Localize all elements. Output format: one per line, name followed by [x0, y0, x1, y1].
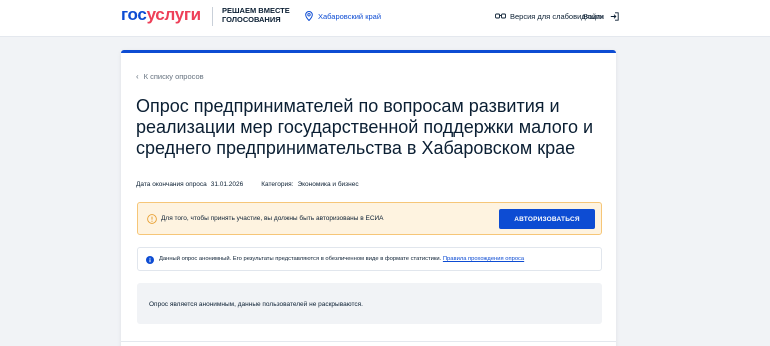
survey-rules-link[interactable]: Правила прохождения опроса — [443, 256, 524, 262]
slogan-line-2: ГОЛОСОВАНИЯ — [222, 14, 281, 24]
survey-title: Опрос предпринимателей по вопросам разви… — [136, 96, 594, 158]
auth-required-banner: Для того, чтобы принять участие, вы долж… — [137, 202, 602, 235]
auth-required-text: Для того, чтобы принять участие, вы долж… — [161, 215, 384, 222]
back-label: К списку опросов — [143, 72, 204, 81]
logo-part-uslugi: услуги — [146, 5, 202, 24]
site-header: госуслуги РЕШАЕМ ВМЕСТЕ ГОЛОСОВАНИЯ Хаба… — [0, 0, 770, 37]
anonymous-info-banner: Данный опрос анонимный. Его результаты п… — [137, 247, 602, 271]
login-arrow-icon — [610, 11, 619, 21]
survey-meta: Дата окончания опроса 31.01.2026 Категор… — [136, 181, 359, 188]
warning-icon — [147, 214, 157, 224]
chevron-left-icon: ‹ — [136, 72, 139, 81]
end-date-label: Дата окончания опроса — [136, 181, 207, 188]
region-selector[interactable]: Хабаровский край — [305, 10, 381, 22]
project-slogan: РЕШАЕМ ВМЕСТЕ ГОЛОСОВАНИЯ — [222, 6, 290, 24]
anonymous-notice: Опрос является анонимным, данные пользов… — [137, 283, 602, 324]
login-label: Войти — [583, 11, 604, 21]
logo-divider — [212, 7, 213, 26]
end-date-value: 31.01.2026 — [210, 181, 244, 188]
location-pin-icon — [305, 11, 313, 21]
back-to-surveys-link[interactable]: ‹ К списку опросов — [136, 72, 204, 81]
survey-card: ‹ К списку опросов Опрос предпринимателе… — [121, 50, 616, 346]
logo-part-gos: гос — [121, 5, 147, 24]
anonymous-info-text-wrap: Данный опрос анонимный. Его результаты п… — [159, 256, 524, 262]
category-label: Категория: — [261, 181, 294, 188]
region-label: Хабаровский край — [318, 11, 382, 21]
authorize-button[interactable]: АВТОРИЗОВАТЬСЯ — [499, 209, 595, 229]
gosuslugi-logo[interactable]: госуслуги — [121, 6, 201, 24]
info-icon — [146, 256, 154, 264]
section-divider — [121, 341, 616, 342]
category-value: Экономика и бизнес — [297, 181, 359, 188]
login-button[interactable]: Войти — [583, 10, 619, 22]
glasses-icon — [495, 13, 506, 19]
anonymous-info-text: Данный опрос анонимный. Его результаты п… — [159, 256, 442, 262]
anonymous-notice-text: Опрос является анонимным, данные пользов… — [149, 301, 363, 308]
